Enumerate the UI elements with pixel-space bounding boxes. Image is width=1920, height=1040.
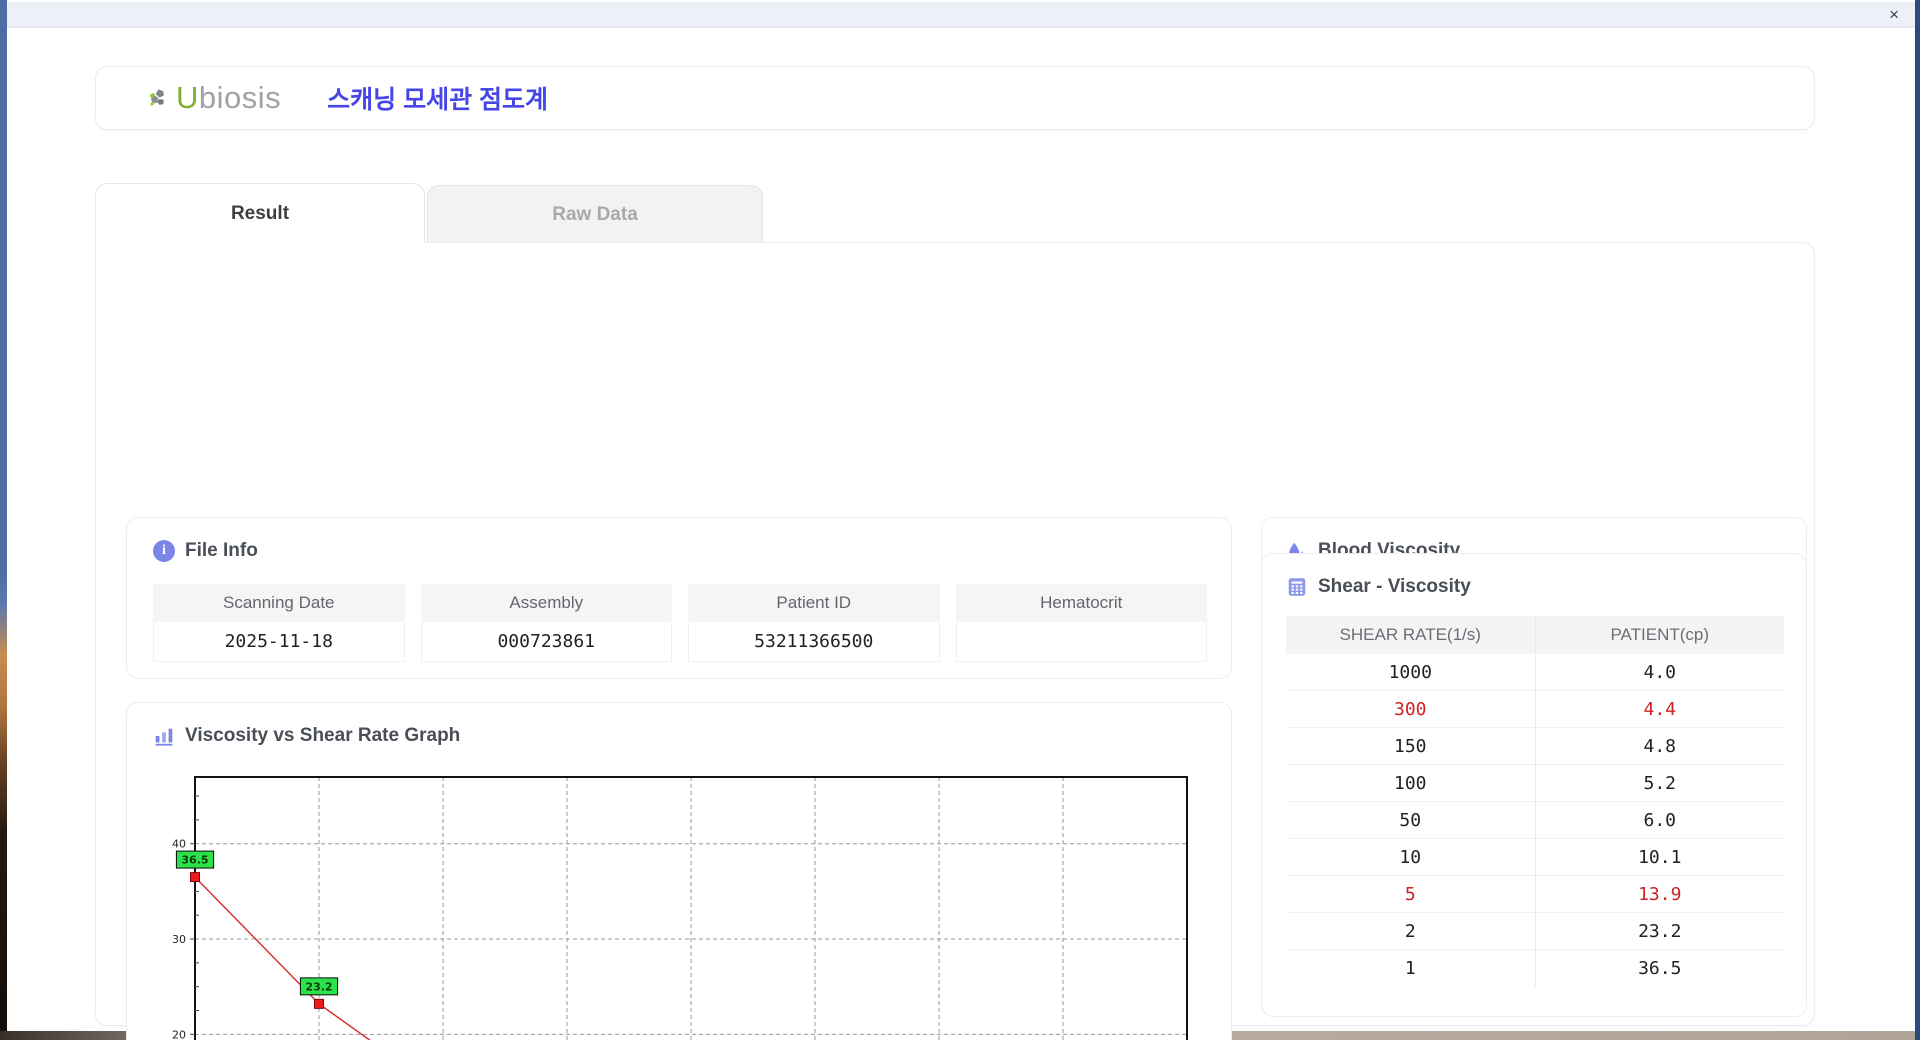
tab-raw-data[interactable]: Raw Data	[427, 185, 763, 243]
column-header: PATIENT(cp)	[1610, 625, 1710, 644]
field-label: Patient ID	[688, 584, 940, 622]
patient-cp-cell: 13.9	[1638, 883, 1682, 905]
field-label: Scanning Date	[153, 584, 405, 622]
file-info-card: i File Info Scanning Date 2025-11-18 Assem…	[126, 517, 1232, 679]
table-row: 150 4.8	[1286, 728, 1784, 765]
svg-text:30: 30	[172, 933, 186, 946]
table-row: 300 4.4	[1286, 691, 1784, 728]
file-info-field: Hematocrit	[955, 584, 1207, 662]
file-info-title: File Info	[185, 540, 258, 561]
svg-text:23.2: 23.2	[305, 980, 332, 993]
patient-cp-cell: 6.0	[1643, 809, 1676, 831]
logo-rest: biosis	[198, 80, 282, 115]
svg-text:36.5: 36.5	[181, 854, 208, 867]
ubiosis-logo-icon	[149, 89, 164, 106]
field-value: 53211366500	[688, 622, 940, 662]
shear-rate-cell: 5	[1286, 876, 1536, 912]
svg-text:40: 40	[172, 838, 186, 851]
desktop-edge-left	[0, 0, 7, 1040]
field-value	[955, 622, 1207, 662]
table-row: 1 36.5	[1286, 950, 1784, 987]
shear-rate-cell: 1000	[1286, 654, 1536, 690]
viscosity-graph-card: Viscosity vs Shear Rate Graph 1020304012…	[126, 702, 1232, 1040]
table-row: 1000 4.0	[1286, 654, 1784, 691]
shear-viscosity-table: SHEAR RATE(1/s) PATIENT(cp) 1000 4.0 300 4.4 1…	[1286, 616, 1784, 987]
table-row: 2 23.2	[1286, 913, 1784, 950]
screen: × Ubiosis 스캐닝 모세관 점도계 Result Raw Data i …	[0, 0, 1920, 1040]
header-card: Ubiosis 스캐닝 모세관 점도계	[95, 66, 1815, 130]
patient-cp-cell: 4.8	[1643, 735, 1676, 757]
shear-viscosity-title: Shear - Viscosity	[1318, 576, 1471, 597]
patient-cp-cell: 4.0	[1643, 661, 1676, 683]
file-info-field: Patient ID 53211366500	[688, 584, 940, 662]
table-grid-icon	[1288, 578, 1306, 596]
patient-cp-cell: 10.1	[1638, 846, 1682, 868]
result-panel: i File Info Scanning Date 2025-11-18 Assem…	[95, 242, 1815, 1040]
shear-viscosity-card: Shear - Viscosity SHEAR RATE(1/s) PATIENT…	[1261, 553, 1807, 1017]
svg-text:20: 20	[172, 1028, 186, 1040]
info-icon: i	[153, 540, 175, 562]
shear-rate-cell: 150	[1286, 728, 1536, 764]
ubiosis-logo: Ubiosis	[148, 80, 281, 116]
bar-chart-icon	[155, 728, 173, 746]
shear-rate-cell: 10	[1286, 839, 1536, 875]
app-window: × Ubiosis 스캐닝 모세관 점도계 Result Raw Data i …	[7, 0, 1915, 1040]
window-titlebar: ×	[7, 2, 1915, 28]
viscosity-chart: 102030401251050100150300100036.523.213.9…	[165, 769, 1217, 1040]
shear-rate-cell: 100	[1286, 765, 1536, 801]
graph-title: Viscosity vs Shear Rate Graph	[185, 725, 461, 746]
table-row: 100 5.2	[1286, 765, 1784, 802]
table-row: 50 6.0	[1286, 802, 1784, 839]
shear-rate-cell: 50	[1286, 802, 1536, 838]
app-title-korean: 스캐닝 모세관 점도계	[327, 86, 549, 114]
tab-result[interactable]: Result	[95, 183, 425, 243]
close-icon[interactable]: ×	[1889, 5, 1899, 25]
field-value: 2025-11-18	[153, 622, 405, 662]
table-row: 5 13.9	[1286, 876, 1784, 913]
patient-cp-cell: 23.2	[1638, 920, 1682, 942]
column-header: SHEAR RATE(1/s)	[1286, 616, 1536, 654]
field-label: Assembly	[420, 584, 672, 622]
file-info-field: Scanning Date 2025-11-18	[153, 584, 405, 662]
field-label: Hematocrit	[955, 584, 1207, 622]
patient-cp-cell: 36.5	[1638, 958, 1682, 979]
field-value: 000723861	[420, 622, 672, 662]
file-info-field: Assembly 000723861	[420, 584, 672, 662]
table-row: 10 10.1	[1286, 839, 1784, 876]
desktop-edge-right	[1915, 0, 1920, 1040]
table-header-row: SHEAR RATE(1/s) PATIENT(cp)	[1286, 616, 1784, 654]
shear-rate-cell: 2	[1286, 913, 1536, 949]
shear-rate-cell: 1	[1286, 950, 1536, 987]
file-info-fields: Scanning Date 2025-11-18 Assembly 000723861…	[153, 584, 1207, 662]
patient-cp-cell: 5.2	[1643, 772, 1676, 794]
logo-text: Ubiosis	[176, 80, 281, 116]
patient-cp-cell: 4.4	[1643, 698, 1676, 720]
logo-letter-u: U	[176, 80, 199, 115]
shear-rate-cell: 300	[1286, 691, 1536, 727]
